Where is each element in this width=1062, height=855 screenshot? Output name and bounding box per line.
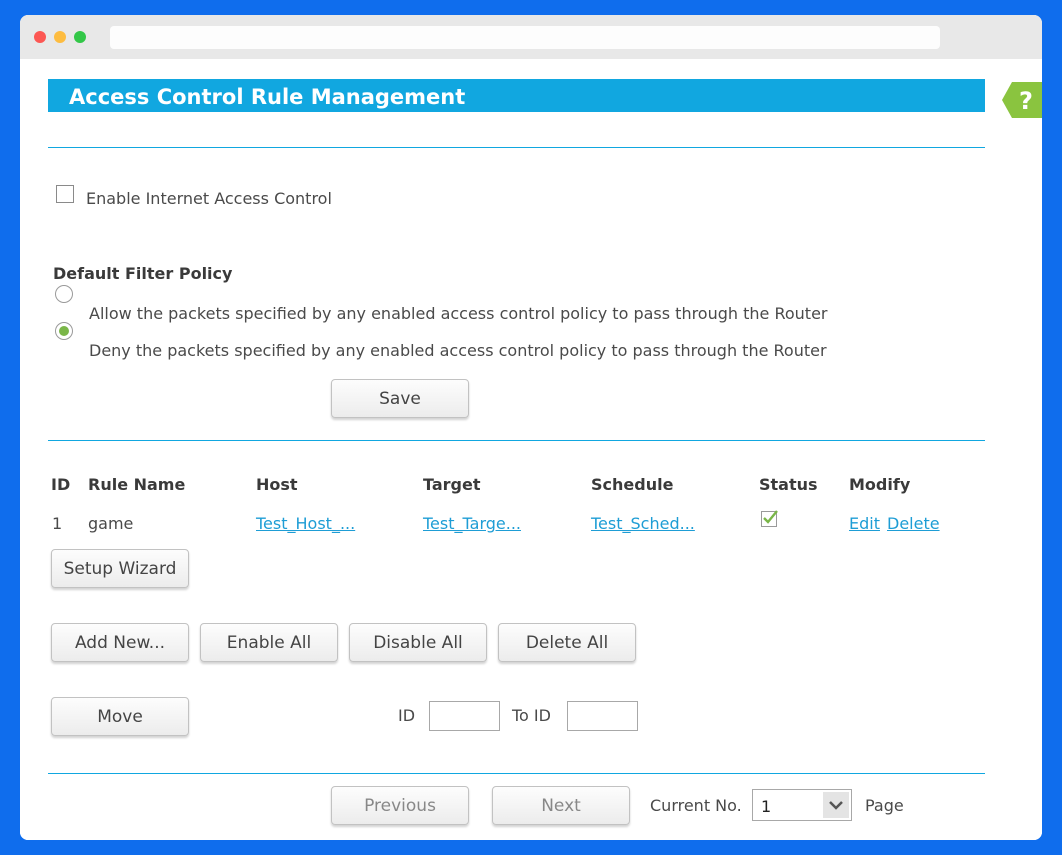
filter-policy-heading: Default Filter Policy	[53, 264, 233, 283]
move-button[interactable]: Move	[51, 697, 189, 736]
page-select-value: 1	[761, 797, 772, 816]
column-header-target: Target	[423, 475, 481, 494]
title-bar	[20, 15, 1042, 59]
enable-access-control-label: Enable Internet Access Control	[86, 189, 332, 208]
current-no-label: Current No.	[650, 796, 742, 815]
edit-rule-link[interactable]: Edit	[849, 514, 880, 533]
next-page-button[interactable]: Next	[492, 786, 630, 825]
section-divider	[48, 773, 985, 774]
page-content: Access Control Rule Management ? Enable …	[20, 59, 1042, 840]
browser-window: Access Control Rule Management ? Enable …	[20, 15, 1042, 840]
rule-schedule-link[interactable]: Test_Sched...	[591, 514, 695, 533]
to-id-label: To ID	[512, 706, 551, 725]
disable-all-button[interactable]: Disable All	[349, 623, 487, 662]
column-header-schedule: Schedule	[591, 475, 674, 494]
page-title: Access Control Rule Management	[69, 85, 466, 109]
page-select[interactable]: 1	[752, 789, 852, 821]
enable-all-button[interactable]: Enable All	[200, 623, 338, 662]
rule-host-link[interactable]: Test_Host_...	[256, 514, 355, 533]
address-bar[interactable]	[110, 26, 940, 49]
previous-page-button[interactable]: Previous	[331, 786, 469, 825]
deny-policy-radio[interactable]	[55, 322, 73, 340]
svg-text:?: ?	[1019, 87, 1033, 115]
page-header: Access Control Rule Management	[48, 79, 985, 112]
allow-policy-label: Allow the packets specified by any enabl…	[89, 304, 828, 323]
deny-policy-label: Deny the packets specified by any enable…	[89, 341, 827, 360]
rule-id: 1	[52, 514, 63, 533]
rule-target-link[interactable]: Test_Targe...	[423, 514, 521, 533]
setup-wizard-button[interactable]: Setup Wizard	[51, 549, 189, 588]
from-id-input[interactable]	[429, 701, 500, 731]
page-label: Page	[865, 796, 904, 815]
column-header-modify: Modify	[849, 475, 911, 494]
question-mark-icon: ?	[1002, 82, 1042, 118]
chevron-down-icon[interactable]	[823, 792, 849, 818]
to-id-input[interactable]	[567, 701, 638, 731]
delete-rule-link[interactable]: Delete	[887, 514, 940, 533]
minimize-window-dot[interactable]	[54, 31, 66, 43]
section-divider	[48, 440, 985, 441]
close-window-dot[interactable]	[34, 31, 46, 43]
column-header-status: Status	[759, 475, 818, 494]
column-header-rule-name: Rule Name	[88, 475, 186, 494]
checkmark-icon[interactable]	[761, 509, 779, 527]
maximize-window-dot[interactable]	[74, 31, 86, 43]
help-button[interactable]: ?	[1002, 82, 1042, 118]
rule-name: game	[88, 514, 134, 533]
save-button[interactable]: Save	[331, 379, 469, 418]
allow-policy-radio[interactable]	[55, 285, 73, 303]
column-header-host: Host	[256, 475, 298, 494]
id-label: ID	[398, 706, 416, 725]
add-new-button[interactable]: Add New...	[51, 623, 189, 662]
section-divider	[48, 147, 985, 148]
delete-all-button[interactable]: Delete All	[498, 623, 636, 662]
enable-access-control-checkbox[interactable]	[56, 185, 74, 203]
column-header-id: ID	[51, 475, 71, 494]
